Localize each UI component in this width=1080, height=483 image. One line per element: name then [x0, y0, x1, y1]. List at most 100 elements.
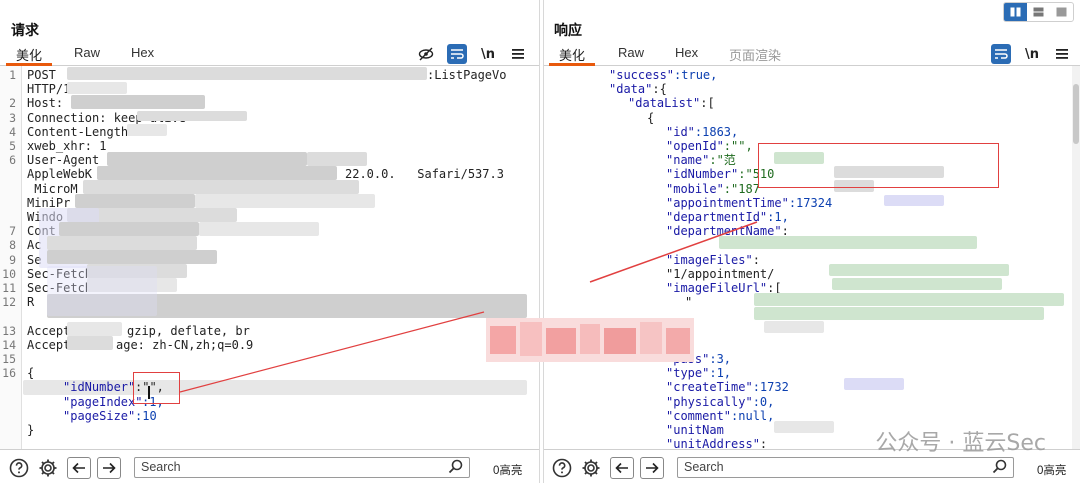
json-value: {	[647, 110, 655, 125]
json-line: "appointmentTime":17324	[666, 196, 832, 210]
json-value: :[	[700, 96, 715, 111]
magnifier-icon	[448, 459, 463, 477]
json-line: "success":true,	[609, 68, 717, 82]
pii-highlight-box	[758, 143, 999, 188]
json-line: "1/appointment/	[666, 267, 774, 281]
layout-split-icon[interactable]	[1004, 3, 1027, 21]
json-key: "idNumber"	[666, 167, 739, 182]
json-value: :1863,	[694, 124, 739, 139]
code-line: Content-Length:	[27, 124, 136, 139]
json-line: "unitAddress":	[666, 437, 767, 449]
json-value: :0,	[752, 394, 775, 409]
gear-icon[interactable]	[37, 457, 59, 479]
watermark: 公众号 · 蓝云Sec	[875, 425, 1046, 457]
redacted-block	[67, 67, 427, 80]
arrow-left-icon[interactable]	[610, 457, 634, 479]
json-value: :"187	[723, 181, 760, 196]
redacted-block	[137, 111, 247, 121]
arrow-right-icon[interactable]	[640, 457, 664, 479]
redacted-block	[75, 194, 195, 208]
tab-pretty[interactable]: 美化	[16, 45, 42, 64]
arrow-left-icon[interactable]	[67, 457, 91, 479]
redacted-block	[47, 266, 157, 316]
redacted-block	[83, 180, 359, 194]
newline-toggle[interactable]: \n	[478, 44, 498, 64]
scrollbar-thumb[interactable]	[1073, 84, 1079, 144]
redacted-block	[829, 264, 1009, 276]
idnumber-highlight-box	[133, 372, 180, 404]
request-bottom-bar: Search 0高亮	[0, 449, 539, 483]
help-circle-icon[interactable]	[551, 457, 573, 479]
eye-off-icon[interactable]	[416, 44, 436, 64]
highlight-count: 0高亮	[1037, 465, 1067, 477]
tab-pretty[interactable]: 美化	[559, 45, 585, 64]
line-number: 9	[9, 252, 16, 267]
response-editor[interactable]: "success":true, "data":{"dataList":[{"id"…	[544, 66, 1080, 449]
line-number: 3	[9, 110, 16, 125]
redacted-block	[97, 166, 337, 180]
newline-toggle[interactable]: \n	[1022, 44, 1042, 64]
json-key: "data"	[609, 82, 653, 97]
line-number: 14	[2, 337, 16, 352]
code-line-suffix: 22.0.0. Safari/537.3	[345, 167, 504, 182]
json-line: "comment":null,	[666, 409, 774, 423]
redacted-block	[67, 322, 122, 336]
json-value: :3,	[709, 352, 732, 366]
json-key: "physically"	[666, 394, 753, 409]
request-pane: 请求 美化 Raw Hex \n 1 2 3 4 5 6 7 8 9 10 11	[0, 0, 540, 483]
code-line: }	[27, 423, 35, 437]
json-key: "success"	[609, 68, 675, 82]
code-line: AppleWebK	[27, 167, 93, 182]
request-search-input[interactable]: Search	[134, 457, 470, 478]
json-key: "imageFiles"	[666, 252, 753, 267]
layout-single-icon[interactable]	[1050, 3, 1073, 21]
code-line: xweb_xhr: 1	[27, 139, 107, 153]
accept-language-value: age: zh-CN,zh;q=0.9	[116, 337, 254, 352]
arrow-right-icon[interactable]	[97, 457, 121, 479]
code-line: {	[27, 366, 35, 381]
json-key: "unitNam	[666, 423, 724, 437]
hamburger-icon[interactable]	[1052, 44, 1072, 64]
redacted-block	[67, 336, 113, 350]
redacted-block	[884, 195, 944, 206]
tab-render[interactable]: 页面渲染	[729, 45, 781, 64]
json-key: "name"	[666, 153, 710, 168]
json-value: :"",	[723, 139, 753, 153]
json-line: "dataList":[	[628, 96, 715, 110]
tab-raw[interactable]: Raw	[618, 45, 644, 60]
hamburger-icon[interactable]	[508, 44, 528, 64]
line-number: 10	[2, 266, 16, 281]
line-number: 12	[2, 295, 16, 310]
json-line: "id":1863,	[666, 125, 738, 139]
wrap-lines-icon[interactable]	[447, 44, 467, 64]
redacted-block	[754, 293, 1064, 306]
wrap-lines-icon[interactable]	[991, 44, 1011, 64]
code-line: R	[27, 295, 35, 310]
response-tabs: 美化 Raw Hex 页面渲染 \n	[544, 42, 1080, 66]
layout-stacked-icon[interactable]	[1027, 3, 1050, 21]
redacted-block	[774, 421, 834, 433]
json-key: "comment"	[666, 408, 732, 423]
json-value: :10	[135, 408, 157, 423]
json-key: "departmentId"	[666, 210, 768, 224]
json-value: "1/appointment/	[666, 266, 775, 281]
line-number: 6	[9, 153, 16, 168]
tab-hex[interactable]: Hex	[675, 45, 698, 60]
json-key: "appointmentTime"	[666, 195, 789, 210]
request-editor[interactable]: 1 2 3 4 5 6 7 8 9 10 11 12 13 14 15 16 P…	[0, 66, 539, 449]
json-value: :true,	[674, 68, 718, 82]
json-value: :	[752, 252, 760, 267]
json-value: :1,	[767, 210, 789, 224]
line-number: 16	[2, 366, 16, 381]
redacted-block	[199, 222, 319, 236]
tab-hex[interactable]: Hex	[131, 45, 154, 60]
gear-icon[interactable]	[580, 457, 602, 479]
redacted-block	[67, 82, 127, 94]
tab-raw[interactable]: Raw	[74, 45, 100, 60]
json-line: "type":1,	[666, 366, 731, 380]
help-circle-icon[interactable]	[8, 457, 30, 479]
response-search-input[interactable]: Search	[677, 457, 1014, 478]
line-number: 4	[9, 124, 16, 139]
line-number: 13	[2, 323, 16, 338]
code-line: Host:	[27, 96, 71, 111]
